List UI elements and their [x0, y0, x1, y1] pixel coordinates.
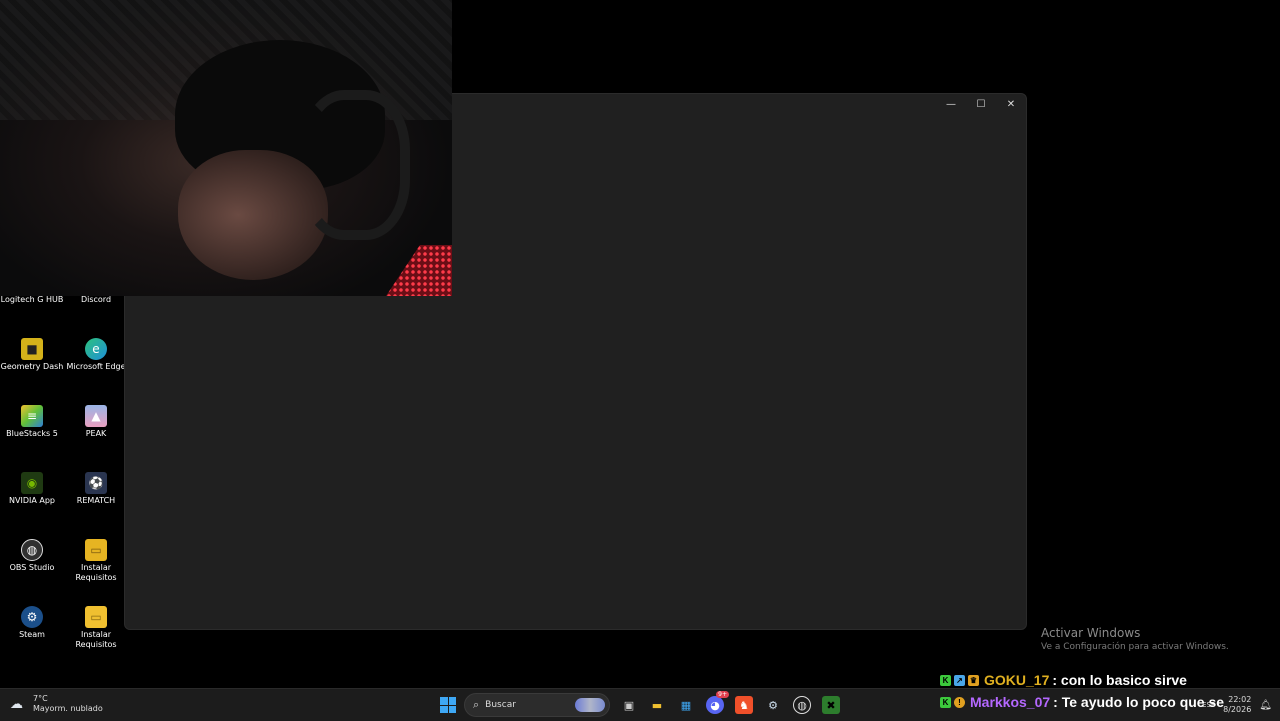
steam-taskbar-icon[interactable]: ⚙ [764, 696, 782, 714]
desktop-icon-label: Instalar Requisitos [75, 563, 117, 582]
desktop-icon-nvidia-app[interactable]: ◉ NVIDIA App [0, 472, 64, 506]
chat-username: GOKU_17 [984, 672, 1050, 688]
discord-taskbar-icon[interactable]: ◕ 9+ [706, 691, 729, 714]
desktop-icon-label: Discord [80, 295, 112, 304]
chat-text: : con lo basico sirve [1052, 672, 1187, 688]
weather-text: 7°C Mayorm. nublado [33, 694, 103, 714]
minimize-button[interactable]: — [936, 94, 966, 114]
weather-temperature: 7°C [33, 694, 48, 703]
task-view-icon[interactable]: ▣ [620, 696, 638, 714]
rematch-icon: ⚽ [85, 472, 107, 494]
discord-notification-badge: 9+ [716, 691, 729, 698]
steam-icon: ⚙ [21, 606, 43, 628]
maximize-button[interactable]: ☐ [966, 94, 996, 114]
desktop-icon-bluestacks[interactable]: ≡ BlueStacks 5 [0, 405, 64, 439]
chat-text: : Te ayudo lo poco que se [1053, 694, 1225, 710]
chat-message: K ! Markkos_07 : Te ayudo lo poco que se [940, 691, 1280, 713]
game-app-taskbar-icon[interactable]: ✖ [822, 696, 840, 714]
desktop-icon-instalar-requisitos-2[interactable]: ▭ Instalar Requisitos [64, 606, 128, 650]
desktop-icon-peak[interactable]: ▲ PEAK [64, 405, 128, 439]
search-icon: ⌕ [473, 698, 480, 711]
nvidia-icon: ◉ [21, 472, 43, 494]
folder-icon: ▭ [85, 606, 107, 628]
folder-icon: ▭ [85, 539, 107, 561]
desktop-icon-microsoft-edge[interactable]: e Microsoft Edge [64, 338, 128, 372]
close-button[interactable]: ✕ [996, 94, 1026, 114]
brave-browser-icon[interactable]: ♞ [735, 696, 753, 714]
windows-logo-pane [440, 705, 448, 713]
desktop-icon-label: PEAK [85, 429, 107, 438]
desktop-icon-label: NVIDIA App [9, 496, 55, 505]
windows-logo-pane [448, 697, 456, 705]
arrow-badge-icon: ↗ [954, 674, 965, 686]
desktop-icon-instalar-requisitos-1[interactable]: ▭ Instalar Requisitos [64, 539, 128, 583]
desktop-icon-label: Logitech G HUB [0, 295, 64, 304]
desktop-icon-geometry-dash[interactable]: ■ Geometry Dash [0, 338, 64, 372]
chat-overlay: K ↗ ♛ GOKU_17 : con lo basico sirve K ! … [940, 669, 1280, 713]
desktop-icon-rematch[interactable]: ⚽ REMATCH [64, 472, 128, 506]
bluestacks-icon: ≡ [21, 405, 43, 427]
microsoft-store-icon[interactable]: ▦ [677, 696, 695, 714]
desktop-icon-steam[interactable]: ⚙ Steam [0, 606, 64, 640]
desktop-icon-label: OBS Studio [9, 563, 55, 572]
desktop-icon-label: Steam [19, 630, 45, 639]
alert-badge-icon: ! [954, 696, 965, 708]
taskbar-search[interactable]: ⌕ Buscar [464, 693, 610, 717]
gaming-chair [380, 245, 452, 296]
watermark-title: Activar Windows [1041, 626, 1141, 640]
headset [300, 90, 410, 240]
geometry-dash-icon: ■ [21, 338, 43, 360]
peak-icon: ▲ [85, 405, 107, 427]
window-controls: — ☐ ✕ [936, 94, 1026, 114]
obs-icon: ◍ [21, 539, 43, 561]
desktop-icon-label: Instalar Requisitos [75, 630, 117, 649]
crown-badge-icon: ♛ [968, 674, 979, 686]
weather-widget[interactable]: ☁ 7°C Mayorm. nublado [10, 694, 103, 714]
start-button[interactable] [440, 697, 456, 713]
desktop-icon-obs-studio[interactable]: ◍ OBS Studio [0, 539, 64, 573]
search-placeholder: Buscar [485, 700, 516, 710]
watermark-subtitle: Ve a Configuración para activar Windows. [1041, 642, 1229, 652]
file-explorer-icon[interactable]: ▬ [648, 696, 666, 714]
desktop-icon-label: Geometry Dash [0, 362, 64, 371]
obs-taskbar-icon[interactable]: ◍ [793, 696, 811, 714]
cloudy-weather-icon: ☁ [10, 697, 23, 712]
windows-logo-pane [448, 705, 456, 713]
microsoft-edge-icon: e [85, 338, 107, 360]
desktop-icons: Logitech G HUB Discord ■ Geometry Dash e… [0, 290, 130, 670]
desktop-icon-discord[interactable]: Discord [64, 295, 128, 305]
chat-username: Markkos_07 [970, 694, 1051, 710]
kick-badge-icon: K [940, 674, 951, 686]
chat-message: K ↗ ♛ GOKU_17 : con lo basico sirve [940, 669, 1280, 691]
desktop-icon-label: BlueStacks 5 [6, 429, 58, 438]
webcam-overlay [0, 0, 452, 296]
desktop-icon-label: Microsoft Edge [66, 362, 126, 371]
windows-logo-icon [440, 697, 448, 705]
kick-badge-icon: K [940, 696, 951, 708]
weather-description: Mayorm. nublado [33, 704, 103, 713]
activation-watermark: Activar Windows Ve a Configuración para … [1041, 626, 1229, 652]
search-highlight-image [575, 698, 605, 712]
desktop-icon-logitech-g-hub[interactable]: Logitech G HUB [0, 295, 64, 305]
desktop-icon-label: REMATCH [76, 496, 116, 505]
